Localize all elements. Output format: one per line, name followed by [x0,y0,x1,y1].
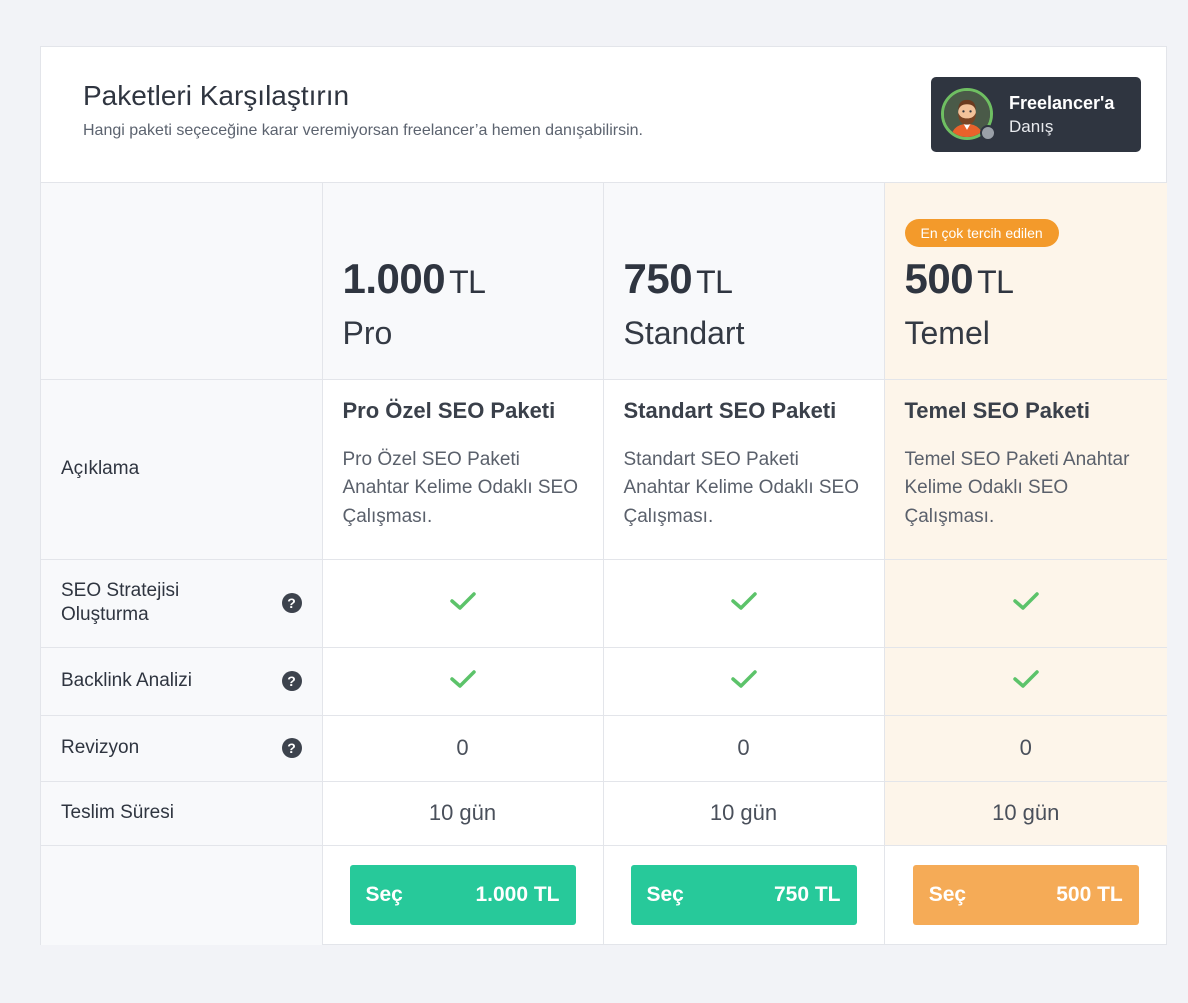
select-cell-standart: Seç 750 TL [603,845,885,945]
delivery-row: Teslim Süresi 10 gün 10 gün 10 gün [41,781,1167,846]
row-label-seo-strategy: SEO Stratejisi Oluşturma ? [41,559,323,648]
plan-header-standart: 750 TL Standart [603,183,885,380]
plan-name: Temel [904,315,990,351]
description-text: Pro Özel SEO Paketi Anahtar Kelime Odakl… [342,448,579,527]
check-icon [1013,591,1039,610]
plan-price: 500 TL [904,255,1014,302]
delivery-value: 10 gün [322,781,604,846]
page-subtitle: Hangi paketi seçeceğine karar veremiyors… [83,122,643,139]
plan-price: 1.000 TL [342,255,486,302]
check-icon [730,591,757,610]
revision-value: 0 [603,715,885,782]
consult-title: Freelancer'a [1009,93,1115,113]
feature-cell [603,647,885,716]
delivery-value: 10 gün [884,781,1167,846]
feature-cell [884,559,1167,648]
package-comparison-card: Paketleri Karşılaştırın Hangi paketi seç… [40,46,1167,945]
description-cell-pro: Pro Özel SEO Paketi Pro Özel SEO Paketi … [322,379,604,560]
plan-header-row: 1.000 TL Pro 750 TL Standart En çok tercih… [41,183,1167,380]
popular-badge: En çok tercih edilen [904,219,1059,247]
status-dot [980,125,996,141]
row-label-description: Açıklama [41,379,323,560]
empty-footer-cell [41,845,323,945]
description-cell-temel: Temel SEO Paketi Temel SEO Paketi Anahta… [884,379,1167,560]
feature-cell [322,559,604,648]
plan-header-pro: 1.000 TL Pro [322,183,604,380]
description-title: Pro Özel SEO Paketi [342,397,556,423]
select-standart-button[interactable]: Seç 750 TL [630,865,857,926]
row-label-text: Backlink Analizi [61,670,192,691]
backlink-row: Backlink Analizi ? [41,647,1167,716]
empty-header-cell [41,183,323,380]
check-icon [449,591,476,610]
select-temel-button[interactable]: Seç 500 TL [912,865,1139,926]
consult-subtitle: Danış [1009,117,1054,136]
delivery-value: 10 gün [603,781,885,846]
help-icon[interactable]: ? [281,738,302,758]
description-cell-standart: Standart SEO Paketi Standart SEO Paketi … [603,379,885,560]
select-cell-pro: Seç 1.000 TL [322,845,604,945]
select-row: Seç 1.000 TL Seç 750 TL Seç 500 TL [41,845,1167,945]
feature-cell [884,647,1167,716]
comparison-header: Paketleri Karşılaştırın Hangi paketi seç… [41,47,1166,183]
row-label-backlink: Backlink Analizi ? [41,647,323,716]
revision-value: 0 [884,715,1167,782]
description-text: Temel SEO Paketi Anahtar Kelime Odaklı S… [904,448,1130,527]
check-icon [1013,669,1039,688]
row-label-text: Revizyon [61,737,140,758]
help-icon[interactable]: ? [281,593,302,613]
help-icon[interactable]: ? [281,671,302,691]
revision-row: Revizyon ? 0 0 0 [41,715,1167,782]
description-text: Standart SEO Paketi Anahtar Kelime Odakl… [623,448,860,527]
seo-strategy-row: SEO Stratejisi Oluşturma ? [41,559,1167,648]
check-icon [730,669,757,688]
select-cell-temel: Seç 500 TL [884,845,1167,945]
row-label-revision: Revizyon ? [41,715,323,782]
comparison-table: 1.000 TL Pro 750 TL Standart En çok tercih… [41,183,1167,945]
feature-cell [322,647,604,716]
check-icon [449,669,476,688]
row-label-delivery: Teslim Süresi [41,781,323,846]
revision-value: 0 [322,715,604,782]
description-title: Standart SEO Paketi [623,397,837,423]
row-label-text: SEO Stratejisi Oluşturma [61,580,180,625]
plan-name: Standart [623,315,745,351]
plan-price: 750 TL [623,255,733,302]
plan-header-temel: En çok tercih edilen 500 TL Temel [884,183,1167,380]
description-row: Açıklama Pro Özel SEO Paketi Pro Özel SE… [41,379,1167,560]
description-title: Temel SEO Paketi [904,397,1090,423]
consult-freelancer-button[interactable]: Freelancer'a Danış [931,77,1141,152]
page-title: Paketleri Karşılaştırın [83,80,350,111]
select-pro-button[interactable]: Seç 1.000 TL [349,865,576,926]
plan-name: Pro [342,315,393,351]
feature-cell [603,559,885,648]
